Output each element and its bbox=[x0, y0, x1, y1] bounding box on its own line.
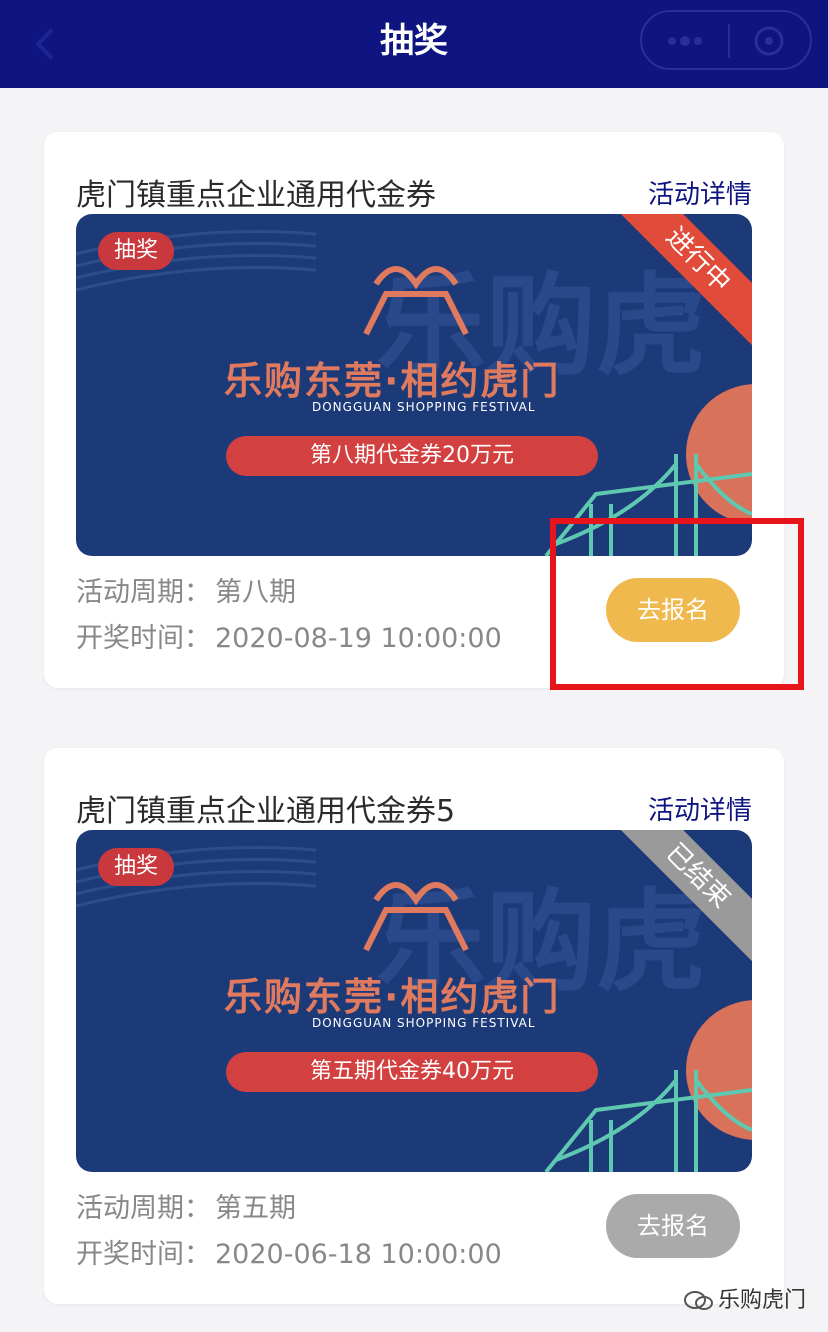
activity-period: 活动周期： 第八期 bbox=[76, 570, 296, 609]
activity-detail-link[interactable]: 活动详情 bbox=[648, 790, 752, 827]
highlight-box bbox=[550, 518, 804, 690]
draw-time: 开奖时间： 2020-06-18 10:00:00 bbox=[76, 1232, 502, 1271]
activity-banner[interactable]: 乐购虎 抽奖 进行中 乐购东莞·相约虎门 DONGGUAN SHOPPING F… bbox=[76, 214, 752, 556]
activity-period: 活动周期： 第五期 bbox=[76, 1186, 296, 1225]
brand-slogan-en: DONGGUAN SHOPPING FESTIVAL bbox=[312, 1016, 536, 1030]
voucher-label: 第八期代金券20万元 bbox=[226, 436, 598, 476]
more-icon[interactable] bbox=[666, 32, 704, 50]
brand-slogan: 乐购东莞·相约虎门 bbox=[224, 975, 561, 1019]
period-label: 活动周期： bbox=[76, 577, 211, 608]
lottery-tag: 抽奖 bbox=[98, 848, 175, 886]
activity-banner[interactable]: 乐购虎 抽奖 已结束 乐购东莞·相约虎门 DONGGUAN SHOPPING F… bbox=[76, 830, 752, 1172]
period-value: 第八期 bbox=[215, 577, 296, 608]
draw-time-label: 开奖时间： bbox=[76, 1239, 211, 1270]
draw-time: 开奖时间： 2020-08-19 10:00:00 bbox=[76, 616, 502, 655]
period-label: 活动周期： bbox=[76, 1193, 211, 1224]
register-button-disabled[interactable]: 去报名 bbox=[606, 1194, 740, 1258]
watermark-text: 乐购虎门 bbox=[718, 1288, 807, 1313]
brand-slogan-en: DONGGUAN SHOPPING FESTIVAL bbox=[312, 400, 536, 414]
capsule-divider bbox=[728, 24, 730, 58]
activity-detail-link[interactable]: 活动详情 bbox=[648, 174, 752, 211]
draw-time-value: 2020-06-18 10:00:00 bbox=[215, 1239, 502, 1270]
watermark: 乐购虎门 bbox=[684, 1282, 806, 1314]
wechat-icon bbox=[684, 1291, 713, 1310]
voucher-label: 第五期代金券40万元 bbox=[226, 1052, 598, 1092]
top-navigation-bar: 抽奖 bbox=[0, 0, 828, 88]
card-title: 虎门镇重点企业通用代金券 bbox=[76, 178, 436, 213]
close-icon[interactable] bbox=[752, 24, 786, 58]
card-title: 虎门镇重点企业通用代金券5 bbox=[76, 794, 456, 829]
lottery-tag: 抽奖 bbox=[98, 232, 175, 270]
lottery-card: 虎门镇重点企业通用代金券5 活动详情 乐购虎 抽奖 已结束 乐购东莞·相约虎门 … bbox=[44, 748, 784, 1304]
mini-program-capsule bbox=[640, 10, 812, 70]
period-value: 第五期 bbox=[215, 1193, 296, 1224]
draw-time-value: 2020-08-19 10:00:00 bbox=[215, 623, 502, 654]
draw-time-label: 开奖时间： bbox=[76, 623, 211, 654]
brand-slogan: 乐购东莞·相约虎门 bbox=[224, 359, 561, 403]
